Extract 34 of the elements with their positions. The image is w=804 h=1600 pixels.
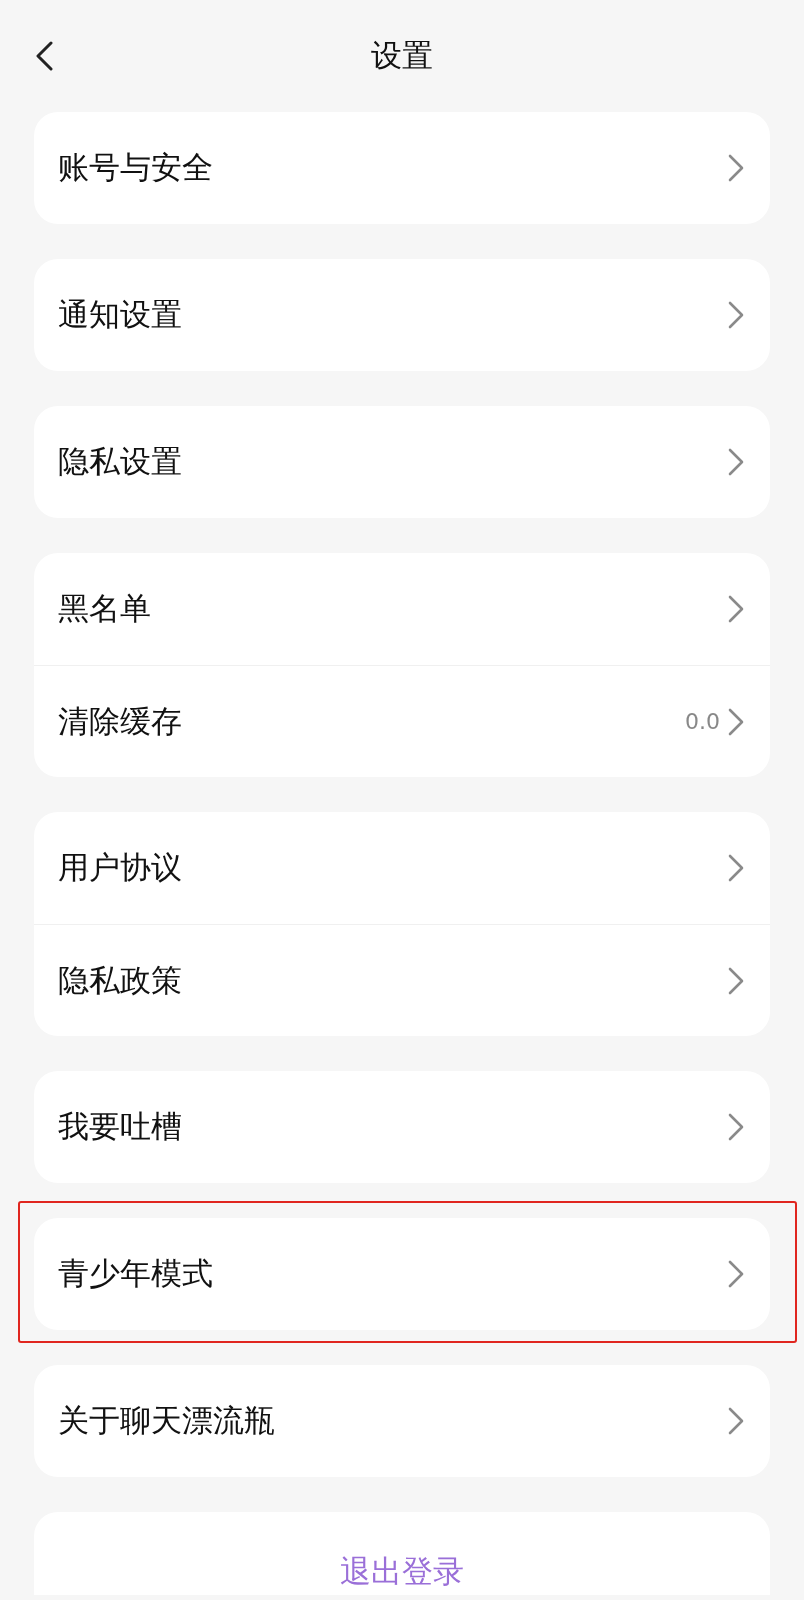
row-label: 通知设置 (58, 295, 183, 334)
cache-size: 0.0 (685, 709, 720, 734)
row-label: 关于聊天漂流瓶 (58, 1401, 276, 1440)
chevron-icon (728, 1407, 744, 1435)
settings-row[interactable]: 清除缓存 0.0 (34, 665, 770, 777)
chevron-icon (728, 1113, 744, 1141)
row-label: 隐私政策 (58, 960, 183, 1000)
chevron-icon (728, 595, 744, 623)
chevron-icon (728, 448, 744, 476)
settings-row[interactable]: 关于聊天漂流瓶 (34, 1365, 770, 1477)
chevron-icon (728, 854, 744, 882)
settings-row[interactable]: 隐私设置 (34, 406, 770, 518)
settings-row[interactable]: 我要吐槽 (34, 1071, 770, 1183)
settings-row[interactable]: 用户协议 (34, 812, 770, 924)
chevron-icon (728, 154, 744, 182)
page-title: 设置 (371, 36, 433, 75)
settings-row[interactable]: 隐私政策 (34, 924, 770, 1036)
chevron-icon (728, 1260, 744, 1288)
settings-row[interactable]: 通知设置 (34, 259, 770, 371)
back-icon[interactable] (34, 41, 54, 71)
row-label: 清除缓存 (58, 701, 183, 741)
logout-button[interactable]: 退出登录 (34, 1512, 770, 1595)
settings-row[interactable]: 账号与安全 (34, 112, 770, 224)
row-label: 账号与安全 (58, 148, 214, 187)
row-label: 用户协议 (58, 848, 183, 887)
chevron-icon (728, 707, 744, 736)
row-label: 隐私设置 (58, 442, 183, 481)
chevron-icon (728, 966, 744, 995)
settings-row[interactable]: 黑名单 (34, 553, 770, 665)
row-label: 青少年模式 (58, 1254, 214, 1293)
row-label: 黑名单 (58, 589, 152, 628)
row-label: 我要吐槽 (58, 1107, 183, 1146)
chevron-icon (728, 301, 744, 329)
settings-row[interactable]: 青少年模式 (34, 1218, 770, 1330)
